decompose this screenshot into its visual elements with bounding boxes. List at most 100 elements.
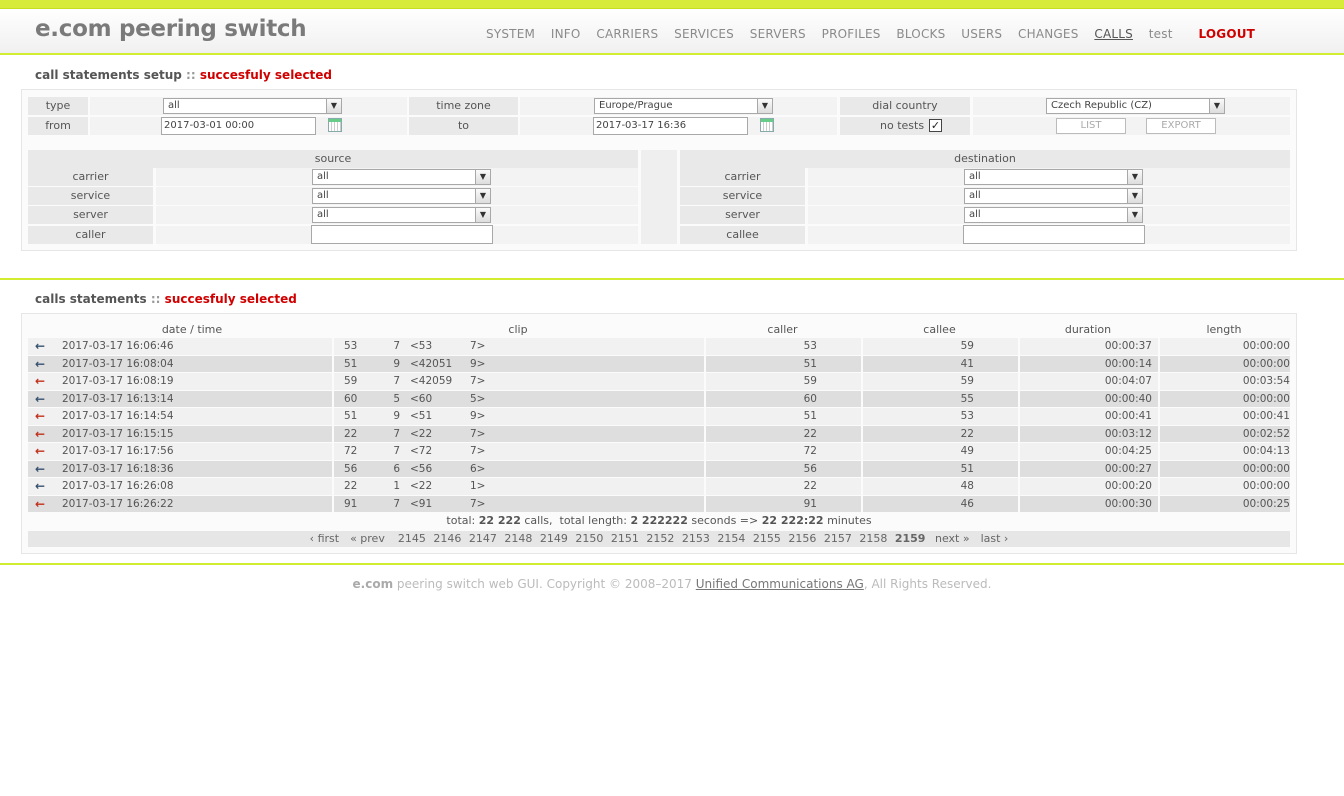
cell-length: 00:00:00 (1158, 390, 1290, 407)
chevron-down-icon: ▼ (326, 99, 341, 113)
table-row[interactable]: ← 2017-03-17 16:08:04 51 9 <42051 9> 51 41 00:00… (28, 355, 1290, 372)
pager-next[interactable]: next » (935, 532, 970, 545)
cell-callee: 22 (861, 425, 1018, 442)
table-row[interactable]: ← 2017-03-17 16:14:54 51 9 <51 9> 51 53 00:00:41… (28, 408, 1290, 425)
table-row[interactable]: ← 2017-03-17 16:26:08 22 1 <22 1> 22 48 00:00:20… (28, 478, 1290, 495)
pager-page[interactable]: 2159 (895, 532, 926, 545)
callee-input[interactable] (963, 225, 1145, 244)
table-row[interactable]: ← 2017-03-17 16:08:19 59 7 <42059 7> 59 59 00:04… (28, 373, 1290, 390)
pager-page[interactable]: 2158 (859, 532, 887, 545)
pager-page[interactable]: 2145 (398, 532, 426, 545)
cell-callee: 59 (861, 373, 1018, 390)
nav-changes[interactable]: CHANGES (1018, 27, 1079, 41)
timezone-select[interactable]: Europe/Prague ▼ (594, 98, 773, 114)
cell-callee: 46 (861, 495, 1018, 512)
company-link[interactable]: Unified Communications AG (696, 577, 864, 591)
nav-system[interactable]: SYSTEM (486, 27, 535, 41)
chevron-down-icon: ▼ (475, 170, 490, 184)
cell-clip-out: 5> (470, 390, 704, 407)
dst-carrier-select[interactable]: all ▼ (964, 169, 1143, 185)
nav-calls[interactable]: CALLS (1094, 27, 1133, 41)
dst-server-select[interactable]: all ▼ (964, 207, 1143, 223)
header: e.com peering switch SYSTEM INFO CARRIER… (0, 9, 1344, 55)
from-input[interactable]: 2017-03-01 00:00 (161, 117, 316, 135)
nav-info[interactable]: INFO (551, 27, 581, 41)
cell-clip-out: 7> (470, 443, 704, 460)
caller-input[interactable] (311, 225, 493, 244)
col-duration[interactable]: duration (1018, 321, 1158, 337)
table-row[interactable]: ← 2017-03-17 16:13:14 60 5 <60 5> 60 55 00:00:40… (28, 390, 1290, 407)
calls-title: calls statements :: succesfuly selected (35, 292, 297, 306)
pager-pages: 2145 2146 2147 2148 2149 2150 2151 2152 … (396, 532, 931, 545)
pager-page[interactable]: 2150 (575, 532, 603, 545)
pager-page[interactable]: 2157 (824, 532, 852, 545)
table-row[interactable]: ← 2017-03-17 16:17:56 72 7 <72 7> 72 49 00:04:25… (28, 443, 1290, 460)
footer: e.com peering switch web GUI. Copyright … (352, 577, 992, 591)
table-row[interactable]: ← 2017-03-17 16:15:15 22 7 <22 7> 22 22 00:03:12… (28, 425, 1290, 442)
dst-service-label: service (680, 187, 805, 205)
cell-datetime: 2017-03-17 16:14:54 (52, 408, 332, 425)
table-row[interactable]: ← 2017-03-17 16:18:36 56 6 <56 6> 56 51 00:00:27… (28, 460, 1290, 477)
to-input[interactable]: 2017-03-17 16:36 (593, 117, 748, 135)
pager-page[interactable]: 2149 (540, 532, 568, 545)
timezone-label: time zone (409, 97, 518, 115)
nav-services[interactable]: SERVICES (674, 27, 734, 41)
cell-length: 00:00:00 (1158, 338, 1290, 355)
cell-caller: 51 (704, 355, 861, 372)
src-server-select[interactable]: all ▼ (312, 207, 491, 223)
src-carrier-select[interactable]: all ▼ (312, 169, 491, 185)
calls-table: date / time clip caller callee duration … (28, 320, 1290, 513)
no-tests-checkbox[interactable]: ✓ (929, 119, 942, 132)
cell-duration: 00:00:37 (1018, 338, 1158, 355)
nav-carriers[interactable]: CARRIERS (596, 27, 658, 41)
calendar-icon[interactable] (328, 118, 342, 132)
nav-servers[interactable]: SERVERS (750, 27, 806, 41)
calendar-icon[interactable] (760, 118, 774, 132)
nav-user-test[interactable]: test (1149, 27, 1173, 41)
cell-clip-in: <91 (400, 495, 470, 512)
pager-page[interactable]: 2154 (717, 532, 745, 545)
cell-clip-out: 9> (470, 408, 704, 425)
cell-clip-code: 51 (332, 408, 388, 425)
dst-service-select[interactable]: all ▼ (964, 188, 1143, 204)
col-datetime[interactable]: date / time (52, 321, 332, 337)
pager-page[interactable]: 2151 (611, 532, 639, 545)
dial-country-select[interactable]: Czech Republic (CZ) ▼ (1046, 98, 1225, 114)
cell-clip-code: 22 (332, 425, 388, 442)
list-button[interactable]: LIST (1056, 118, 1126, 134)
outgoing-arrow-icon: ← (34, 374, 46, 389)
pager-page[interactable]: 2147 (469, 532, 497, 545)
dst-server-label: server (680, 206, 805, 224)
pager-page[interactable]: 2152 (646, 532, 674, 545)
cell-clip-out: 9> (470, 355, 704, 372)
pager-page[interactable]: 2156 (788, 532, 816, 545)
nav-users[interactable]: USERS (961, 27, 1002, 41)
col-length[interactable]: length (1158, 321, 1290, 337)
outgoing-arrow-icon: ← (34, 409, 46, 424)
cell-callee: 53 (861, 408, 1018, 425)
table-row[interactable]: ← 2017-03-17 16:26:22 91 7 <91 7> 91 46 00:00:30… (28, 495, 1290, 512)
nav-blocks[interactable]: BLOCKS (896, 27, 945, 41)
table-row[interactable]: ← 2017-03-17 16:06:46 53 7 <53 7> 53 59 00:00:37… (28, 338, 1290, 355)
pager-prev[interactable]: « prev (350, 532, 385, 545)
logout-link[interactable]: LOGOUT (1198, 27, 1255, 41)
nav-profiles[interactable]: PROFILES (822, 27, 881, 41)
type-select[interactable]: all ▼ (163, 98, 342, 114)
pager-page[interactable]: 2153 (682, 532, 710, 545)
pager-last[interactable]: last › (981, 532, 1009, 545)
cell-callee: 55 (861, 390, 1018, 407)
outgoing-arrow-icon: ← (28, 443, 52, 460)
chevron-down-icon: ▼ (1127, 208, 1142, 222)
src-service-select[interactable]: all ▼ (312, 188, 491, 204)
col-clip[interactable]: clip (332, 321, 704, 337)
cell-clip-digits: 6 (388, 460, 400, 477)
pager-page[interactable]: 2146 (433, 532, 461, 545)
pager-page[interactable]: 2148 (504, 532, 532, 545)
col-caller[interactable]: caller (704, 321, 861, 337)
export-button[interactable]: EXPORT (1146, 118, 1216, 134)
cell-clip-out: 1> (470, 478, 704, 495)
pager-first[interactable]: ‹ first (310, 532, 339, 545)
pager-page[interactable]: 2155 (753, 532, 781, 545)
col-callee[interactable]: callee (861, 321, 1018, 337)
outgoing-arrow-icon: ← (28, 373, 52, 390)
